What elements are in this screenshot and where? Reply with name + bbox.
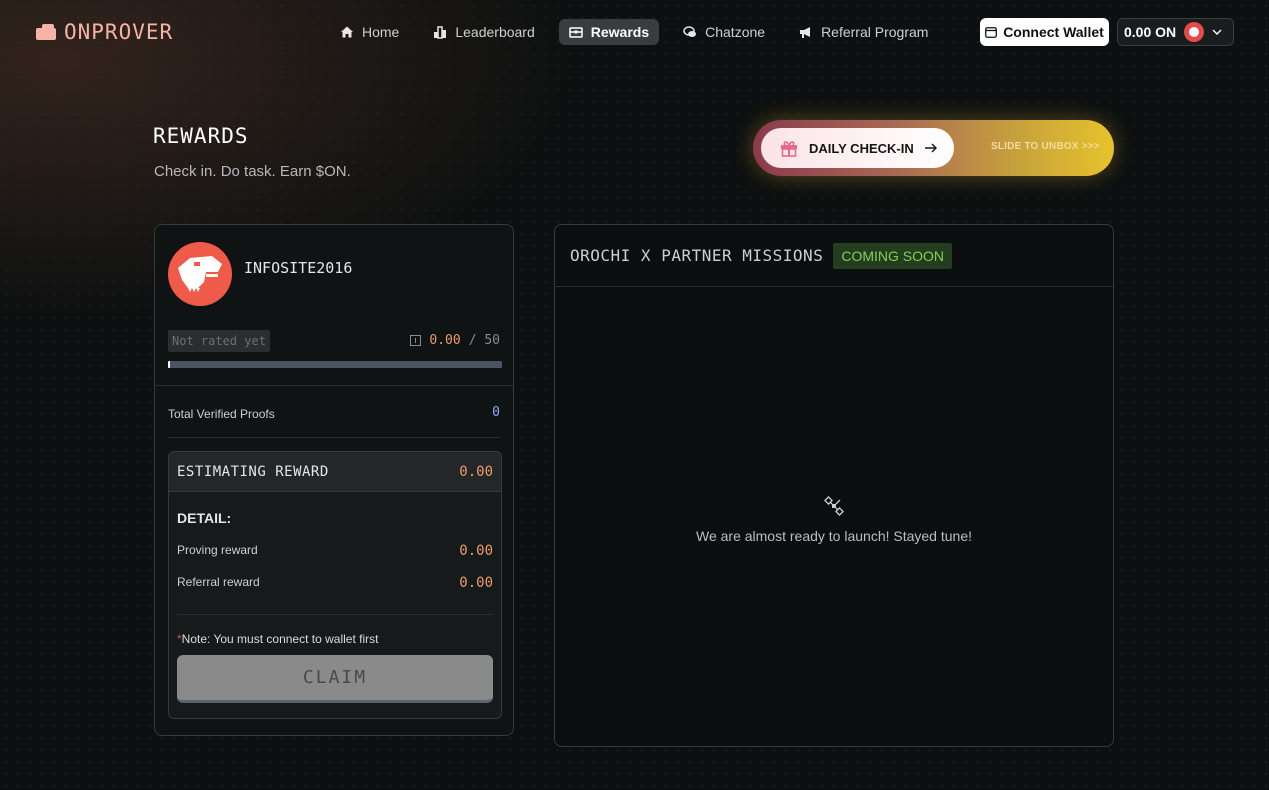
reward-value: 0.00: [459, 463, 493, 480]
note-text: Note: You must connect to wallet first: [181, 632, 379, 646]
nav-referral-label: Referral Program: [821, 24, 929, 40]
wallet-icon: [985, 26, 998, 38]
nav-rewards-label: Rewards: [590, 24, 650, 40]
rating-badge: Not rated yet: [168, 330, 270, 352]
satellite-icon: [824, 496, 844, 516]
reward-title: ESTIMATING REWARD: [177, 463, 329, 480]
empty-state-text: We are almost ready to launch! Stayed tu…: [695, 528, 972, 544]
main-nav: Home Leaderboard Rewards Chatzone Referr…: [330, 19, 938, 45]
daily-checkin-button[interactable]: DAILY CHECK-IN: [761, 128, 954, 168]
connect-wallet-label: Connect Wallet: [1003, 24, 1104, 40]
proving-reward-value: 0.00: [459, 543, 493, 559]
brand-logo[interactable]: ONPROVER: [36, 20, 173, 44]
avatar: [168, 242, 232, 306]
referral-reward-label: Referral reward: [177, 575, 260, 589]
score-value: 0.00: [429, 333, 461, 348]
referral-reward-row: Referral reward 0.00: [177, 575, 493, 591]
reward-header: ESTIMATING REWARD 0.00: [169, 452, 501, 492]
logo-icon: [36, 24, 56, 40]
score-display: 0.00 / 50: [410, 333, 500, 348]
divider: [155, 385, 513, 386]
proofs-label: Total Verified Proofs: [168, 407, 275, 421]
megaphone-icon: [800, 27, 811, 38]
dino-skull-icon: [178, 256, 222, 292]
leaderboard-icon: [434, 26, 447, 39]
page-subtitle: Check in. Do task. Earn $ON.: [154, 163, 351, 180]
detail-title: DETAIL:: [177, 510, 232, 526]
slide-to-unbox-text: SLIDE TO UNBOX >>>: [991, 141, 1100, 152]
rewards-icon: [569, 27, 583, 38]
nav-leaderboard-label: Leaderboard: [455, 24, 535, 40]
nav-home-label: Home: [362, 24, 400, 40]
arrow-right-icon: [924, 143, 937, 153]
nav-home[interactable]: Home: [330, 19, 409, 45]
score-max: / 50: [468, 333, 500, 348]
referral-reward-value: 0.00: [459, 575, 493, 591]
proving-reward-label: Proving reward: [177, 543, 258, 557]
score-progress-bar: [168, 361, 502, 368]
nav-leaderboard[interactable]: Leaderboard: [423, 19, 544, 45]
daily-checkin-slider[interactable]: DAILY CHECK-IN SLIDE TO UNBOX >>>: [753, 120, 1114, 176]
empty-state: We are almost ready to launch! Stayed tu…: [555, 495, 1113, 544]
claim-button[interactable]: CLAIM: [177, 655, 493, 703]
profile-card: INFOSITE2016 Not rated yet 0.00 / 50 Tot…: [154, 224, 514, 736]
gift-icon: [781, 141, 797, 157]
wallet-note: *Note: You must connect to wallet first: [177, 632, 378, 646]
connect-wallet-button[interactable]: Connect Wallet: [980, 18, 1109, 46]
score-progress-fill: [168, 361, 170, 368]
missions-title: OROCHI X PARTNER MISSIONS: [570, 246, 824, 265]
chevron-down-icon: [1212, 29, 1222, 35]
token-icon: [1184, 22, 1205, 42]
proofs-value: 0: [492, 405, 500, 420]
home-icon: [341, 26, 353, 38]
reward-panel: ESTIMATING REWARD 0.00 DETAIL: Proving r…: [168, 451, 502, 719]
missions-card: OROCHI X PARTNER MISSIONS COMING SOON We…: [554, 224, 1114, 747]
divider: [177, 614, 493, 615]
page-title: REWARDS: [153, 124, 249, 148]
brand-name: ONPROVER: [64, 20, 174, 44]
balance-selector[interactable]: 0.00 ON: [1117, 18, 1234, 46]
info-icon[interactable]: [410, 335, 422, 346]
nav-chatzone[interactable]: Chatzone: [673, 19, 775, 45]
username: INFOSITE2016: [244, 259, 353, 277]
nav-rewards[interactable]: Rewards: [558, 19, 660, 45]
missions-header: OROCHI X PARTNER MISSIONS COMING SOON: [555, 225, 1113, 287]
divider: [168, 437, 500, 438]
proving-reward-row: Proving reward 0.00: [177, 543, 493, 559]
coming-soon-badge: COMING SOON: [833, 242, 952, 269]
balance-value: 0.00 ON: [1124, 24, 1177, 40]
nav-referral[interactable]: Referral Program: [789, 19, 938, 45]
chat-icon: [683, 26, 697, 37]
nav-chatzone-label: Chatzone: [705, 24, 766, 40]
daily-checkin-label: DAILY CHECK-IN: [809, 140, 914, 156]
